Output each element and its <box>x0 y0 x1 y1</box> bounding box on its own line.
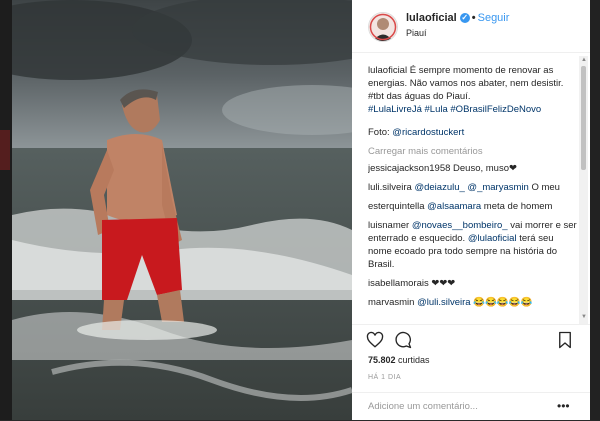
post-timestamp[interactable]: HÁ 1 DIA <box>368 374 401 381</box>
comment-input[interactable] <box>368 401 548 412</box>
follow-button[interactable]: Seguir <box>478 12 510 24</box>
photo-credit: Foto: @ricardostuckert <box>368 126 578 139</box>
backdrop-left <box>0 0 12 420</box>
comments-scrollbar[interactable]: ▲ ▼ <box>579 56 588 324</box>
post-caption: lulaoficial É sempre momento de renovar … <box>368 64 578 116</box>
comment-username[interactable]: jessicajackson1958 <box>368 163 450 174</box>
post-header: lulaoficial ✓ • Seguir Piauí <box>352 0 590 53</box>
comment-text: O meu <box>528 182 560 193</box>
comment-text: meta de homem <box>481 201 553 212</box>
list-item: marvasmin @luli.silveira 😂😂😂😂😂 <box>368 296 578 309</box>
avatar-image <box>369 13 397 41</box>
post-details-panel: lulaoficial ✓ • Seguir Piauí lulaoficial É … <box>352 0 590 420</box>
comment-username[interactable]: luisnamer <box>368 220 409 231</box>
comment-mention[interactable]: @luli.silveira <box>417 297 470 308</box>
credit-mention[interactable]: @ricardostuckert <box>392 127 464 138</box>
list-item: esterquintella @alsaamara meta de homem <box>368 200 578 213</box>
comment-username[interactable]: esterquintella <box>368 201 425 212</box>
comment-username[interactable]: marvasmin <box>368 297 414 308</box>
list-item: luli.silveira @deiazulu_ @_maryasmin O m… <box>368 181 578 194</box>
likes-count[interactable]: 75.802 curtidas <box>368 355 430 365</box>
post-author: lulaoficial ✓ • Seguir <box>406 12 509 24</box>
scroll-down-icon[interactable]: ▼ <box>581 314 587 320</box>
caption-hashtags[interactable]: #LulaLivreJá #Lula #OBrasilFelizDeNovo <box>368 104 541 115</box>
verified-badge-icon: ✓ <box>459 13 470 24</box>
list-item: luisnamer @novaes__bombeiro_ vai morrer … <box>368 219 578 271</box>
backdrop-right <box>590 0 600 420</box>
list-item: isabellamorais ❤❤❤ <box>368 277 578 290</box>
comment-bubble-icon[interactable] <box>394 331 412 349</box>
comment-username[interactable]: luli.silveira <box>368 182 412 193</box>
caption-username[interactable]: lulaoficial <box>368 65 407 76</box>
heart-outline-icon[interactable] <box>366 331 384 349</box>
comment-text: ❤❤❤ <box>428 278 456 289</box>
post-photo[interactable] <box>12 0 352 420</box>
author-username[interactable]: lulaoficial <box>406 12 457 24</box>
comment-mention[interactable]: @alsaamara <box>427 201 481 212</box>
post-location[interactable]: Piauí <box>406 28 427 38</box>
load-more-comments[interactable]: Carregar mais comentários <box>368 145 578 158</box>
scrollbar-thumb[interactable] <box>581 66 586 170</box>
bookmark-icon[interactable] <box>556 331 574 349</box>
beach-photo <box>12 0 352 420</box>
comment-mention[interactable]: @deiazulu_ @_maryasmin <box>414 182 528 193</box>
avatar[interactable] <box>368 12 398 42</box>
scroll-up-icon[interactable]: ▲ <box>581 57 587 63</box>
comment-text: 😂😂😂😂😂 <box>470 297 533 308</box>
likes-number: 75.802 <box>368 355 396 365</box>
comment-mention[interactable]: @lulaoficial <box>468 233 517 244</box>
separator-dot: • <box>471 12 476 24</box>
comments-list: lulaoficial É sempre momento de renovar … <box>368 64 578 322</box>
list-item: jessicajackson1958 Deuso, muso❤ <box>368 162 578 175</box>
credit-prefix: Foto: <box>368 127 393 138</box>
comment-text: Deuso, muso❤ <box>450 163 517 174</box>
post-actions <box>352 324 590 355</box>
add-comment-bar: ••• <box>352 392 590 421</box>
comment-mention[interactable]: @novaes__bombeiro_ <box>412 220 508 231</box>
comment-username[interactable]: isabellamorais <box>368 278 429 289</box>
likes-label: curtidas <box>395 355 430 365</box>
more-options-icon[interactable]: ••• <box>557 399 570 413</box>
